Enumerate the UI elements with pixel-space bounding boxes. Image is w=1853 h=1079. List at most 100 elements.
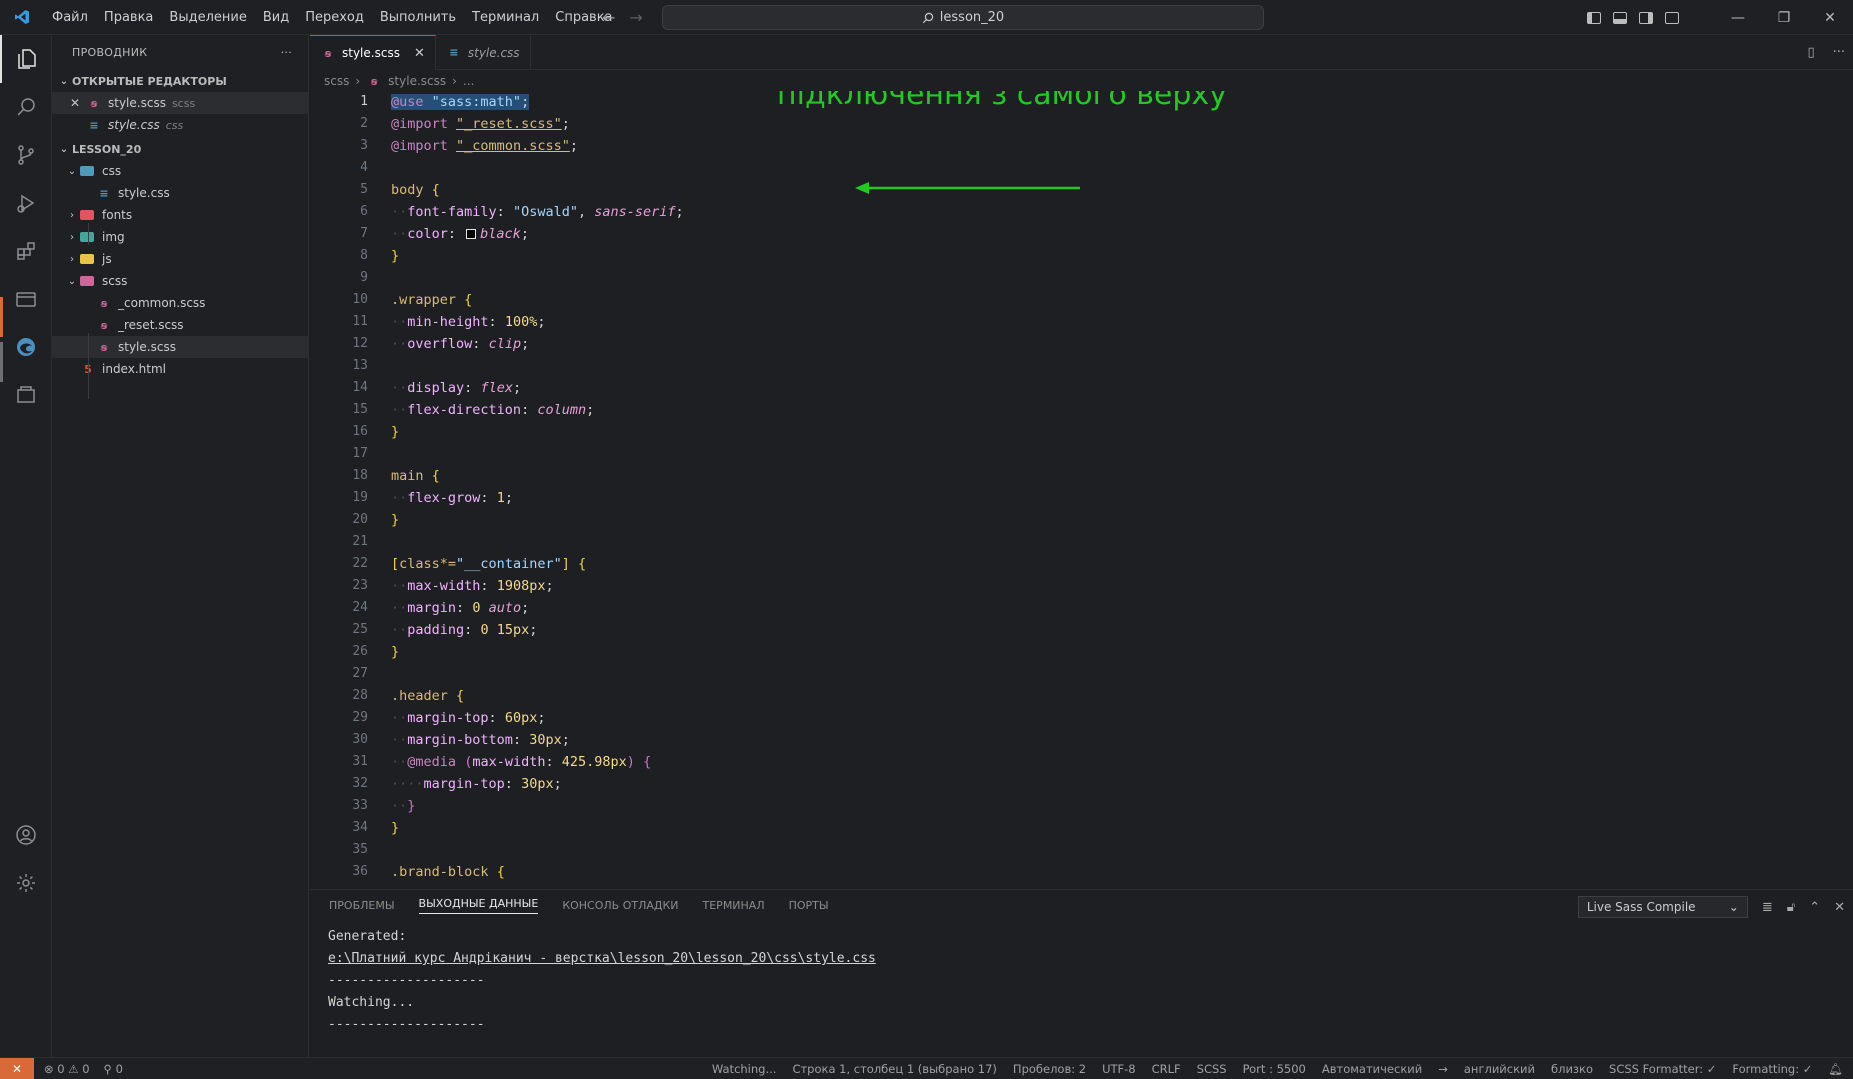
code-editor[interactable]: 1 2 3 4 5 6 7 8 9 10 11 12 13 14 15 16 17 18 19 20 21 22 23 24 2… xyxy=(310,91,1853,889)
close-tab-icon[interactable]: ✕ xyxy=(414,46,425,61)
toggle-panel-icon[interactable] xyxy=(1613,11,1627,24)
more-actions-icon[interactable]: ··· xyxy=(1833,45,1845,60)
open-editor-item[interactable]: ✕ ꞩ style.scss scss xyxy=(52,92,308,114)
output-channel-value: Live Sass Compile xyxy=(1586,900,1696,914)
line-ending[interactable]: CRLF xyxy=(1152,1062,1181,1076)
tree-folder-img[interactable]: › img xyxy=(52,226,308,248)
more-actions-icon[interactable]: ··· xyxy=(281,46,292,59)
menu-run[interactable]: Выполнить xyxy=(372,0,464,35)
extensions-icon[interactable] xyxy=(0,227,52,275)
explorer-icon[interactable] xyxy=(0,35,52,83)
open-editor-name: style.scss xyxy=(108,96,166,110)
scss-formatter-status[interactable]: SCSS Formatter: ✓ xyxy=(1609,1062,1716,1076)
close-window-button[interactable]: ✕ xyxy=(1807,10,1853,26)
code-line: } xyxy=(391,644,400,660)
code-line: } xyxy=(391,424,400,440)
menu-go[interactable]: Переход xyxy=(297,0,372,35)
tree-file-common-scss[interactable]: ꞩ _common.scss xyxy=(52,292,308,314)
tree-file-style-scss[interactable]: ꞩ style.scss xyxy=(52,336,308,358)
accounts-icon[interactable] xyxy=(0,811,52,859)
live-server-port[interactable]: Port : 5500 xyxy=(1243,1062,1306,1076)
scss-file-icon: ꞩ xyxy=(100,340,108,354)
tab-output[interactable]: ВЫХОДНЫЕ ДАННЫЕ xyxy=(418,897,539,914)
tab-debug-console[interactable]: КОНСОЛЬ ОТЛАДКИ xyxy=(562,899,678,912)
code-lines: @use "sass:math"; @import "_reset.scss";… xyxy=(391,91,684,883)
lock-scroll-icon[interactable]: 🔓︎ xyxy=(1787,900,1795,915)
close-icon[interactable]: ✕ xyxy=(70,96,86,110)
restore-button[interactable]: ❐ xyxy=(1761,10,1807,26)
code-line: ··display: flex; xyxy=(391,380,522,396)
menu-file[interactable]: Файл xyxy=(44,0,96,35)
customize-layout-icon[interactable] xyxy=(1665,11,1679,24)
menu-view[interactable]: Вид xyxy=(255,0,297,35)
code-line: ····margin-top: 30px; xyxy=(391,776,562,792)
open-editor-item[interactable]: ≡ style.css css xyxy=(52,114,308,136)
chevron-right-icon: › xyxy=(452,74,457,88)
split-editor-icon[interactable]: ▯ xyxy=(1807,45,1814,60)
output-path-link[interactable]: e:\Платний курс Андріканич - верстка\les… xyxy=(328,948,876,970)
search-view-icon[interactable] xyxy=(0,83,52,131)
auto-detect[interactable]: Автоматический xyxy=(1322,1062,1422,1076)
back-arrow-icon[interactable]: ← xyxy=(602,8,615,27)
breadcrumb-symbols[interactable]: ... xyxy=(463,74,474,88)
folder-icon xyxy=(80,276,94,286)
project-manager-icon[interactable] xyxy=(0,371,52,419)
formatting-status[interactable]: Formatting: ✓ xyxy=(1732,1062,1812,1076)
remote-explorer-icon[interactable] xyxy=(0,275,52,323)
menu-edit[interactable]: Правка xyxy=(96,0,161,35)
line-number: 13 xyxy=(352,358,368,373)
open-editors-section[interactable]: ⌄ ОТКРЫТЫЕ РЕДАКТОРЫ xyxy=(52,70,308,92)
remote-indicator-icon[interactable]: ✕ xyxy=(0,1057,34,1079)
tree-file-reset-scss[interactable]: ꞩ _reset.scss xyxy=(52,314,308,336)
breadcrumb-file[interactable]: style.scss xyxy=(388,74,446,88)
edge-devtools-icon[interactable] xyxy=(0,323,52,371)
code-line: .header { xyxy=(391,688,465,704)
code-line: ··min-height: 100%; xyxy=(391,314,546,330)
tree-folder-fonts[interactable]: › fonts xyxy=(52,204,308,226)
close-panel-icon[interactable]: ✕ xyxy=(1834,900,1845,915)
notifications-bell-icon[interactable]: 🔔︎ xyxy=(1828,1062,1843,1076)
menu-selection[interactable]: Выделение xyxy=(161,0,254,35)
annotation-arrow-icon xyxy=(855,182,1080,194)
maximize-panel-icon[interactable]: ⌃ xyxy=(1809,900,1820,915)
line-number: 15 xyxy=(352,402,368,417)
color-swatch[interactable] xyxy=(466,229,477,239)
menu-terminal[interactable]: Терминал xyxy=(464,0,547,35)
tree-folder-scss[interactable]: ⌄ scss xyxy=(52,270,308,292)
source-control-icon[interactable] xyxy=(0,131,52,179)
encoding[interactable]: UTF-8 xyxy=(1102,1062,1136,1076)
ports-count[interactable]: ⚲ 0 xyxy=(104,1062,123,1076)
forward-arrow-icon[interactable]: → xyxy=(629,8,642,27)
tree-file-style-css[interactable]: ≡ style.css xyxy=(52,182,308,204)
toggle-primary-sidebar-icon[interactable] xyxy=(1587,11,1601,24)
command-center-search[interactable]: lesson_20 xyxy=(662,5,1264,30)
project-section[interactable]: ⌄ LESSON_20 xyxy=(52,138,308,160)
code-line: } xyxy=(391,512,400,528)
tree-folder-js[interactable]: › js xyxy=(52,248,308,270)
keyboard-layout[interactable]: английский xyxy=(1464,1062,1535,1076)
problems-count[interactable]: ⊗ 0 ⚠ 0 xyxy=(44,1062,90,1076)
output-channel-select[interactable]: Live Sass Compile ⌄ xyxy=(1577,896,1748,918)
live-sass-status[interactable]: Watching... xyxy=(712,1062,777,1076)
toggle-secondary-sidebar-icon[interactable] xyxy=(1639,11,1653,24)
arrow-icon[interactable]: → xyxy=(1438,1062,1448,1076)
tab-style-css[interactable]: ≡ style.css xyxy=(436,35,531,70)
tab-style-scss[interactable]: ꞩ style.scss ✕ xyxy=(310,35,436,70)
cursor-position[interactable]: Строка 1, столбец 1 (выбрано 17) xyxy=(792,1062,996,1076)
nearby-status[interactable]: близко xyxy=(1551,1062,1593,1076)
language-mode[interactable]: SCSS xyxy=(1197,1062,1227,1076)
settings-gear-icon[interactable] xyxy=(0,859,52,907)
clear-output-icon[interactable]: ≣ xyxy=(1762,900,1773,915)
tab-terminal[interactable]: ТЕРМИНАЛ xyxy=(703,899,765,912)
tab-problems[interactable]: ПРОБЛЕМЫ xyxy=(329,899,395,912)
line-number: 7 xyxy=(360,226,368,241)
breadcrumb-folder[interactable]: scss xyxy=(324,74,349,88)
tree-folder-css[interactable]: ⌄ css xyxy=(52,160,308,182)
minimize-button[interactable]: — xyxy=(1715,10,1761,26)
tree-file-index-html[interactable]: 5 index.html xyxy=(52,358,308,380)
run-debug-icon[interactable] xyxy=(0,179,52,227)
tab-ports[interactable]: ПОРТЫ xyxy=(789,899,829,912)
indentation[interactable]: Пробелов: 2 xyxy=(1013,1062,1086,1076)
